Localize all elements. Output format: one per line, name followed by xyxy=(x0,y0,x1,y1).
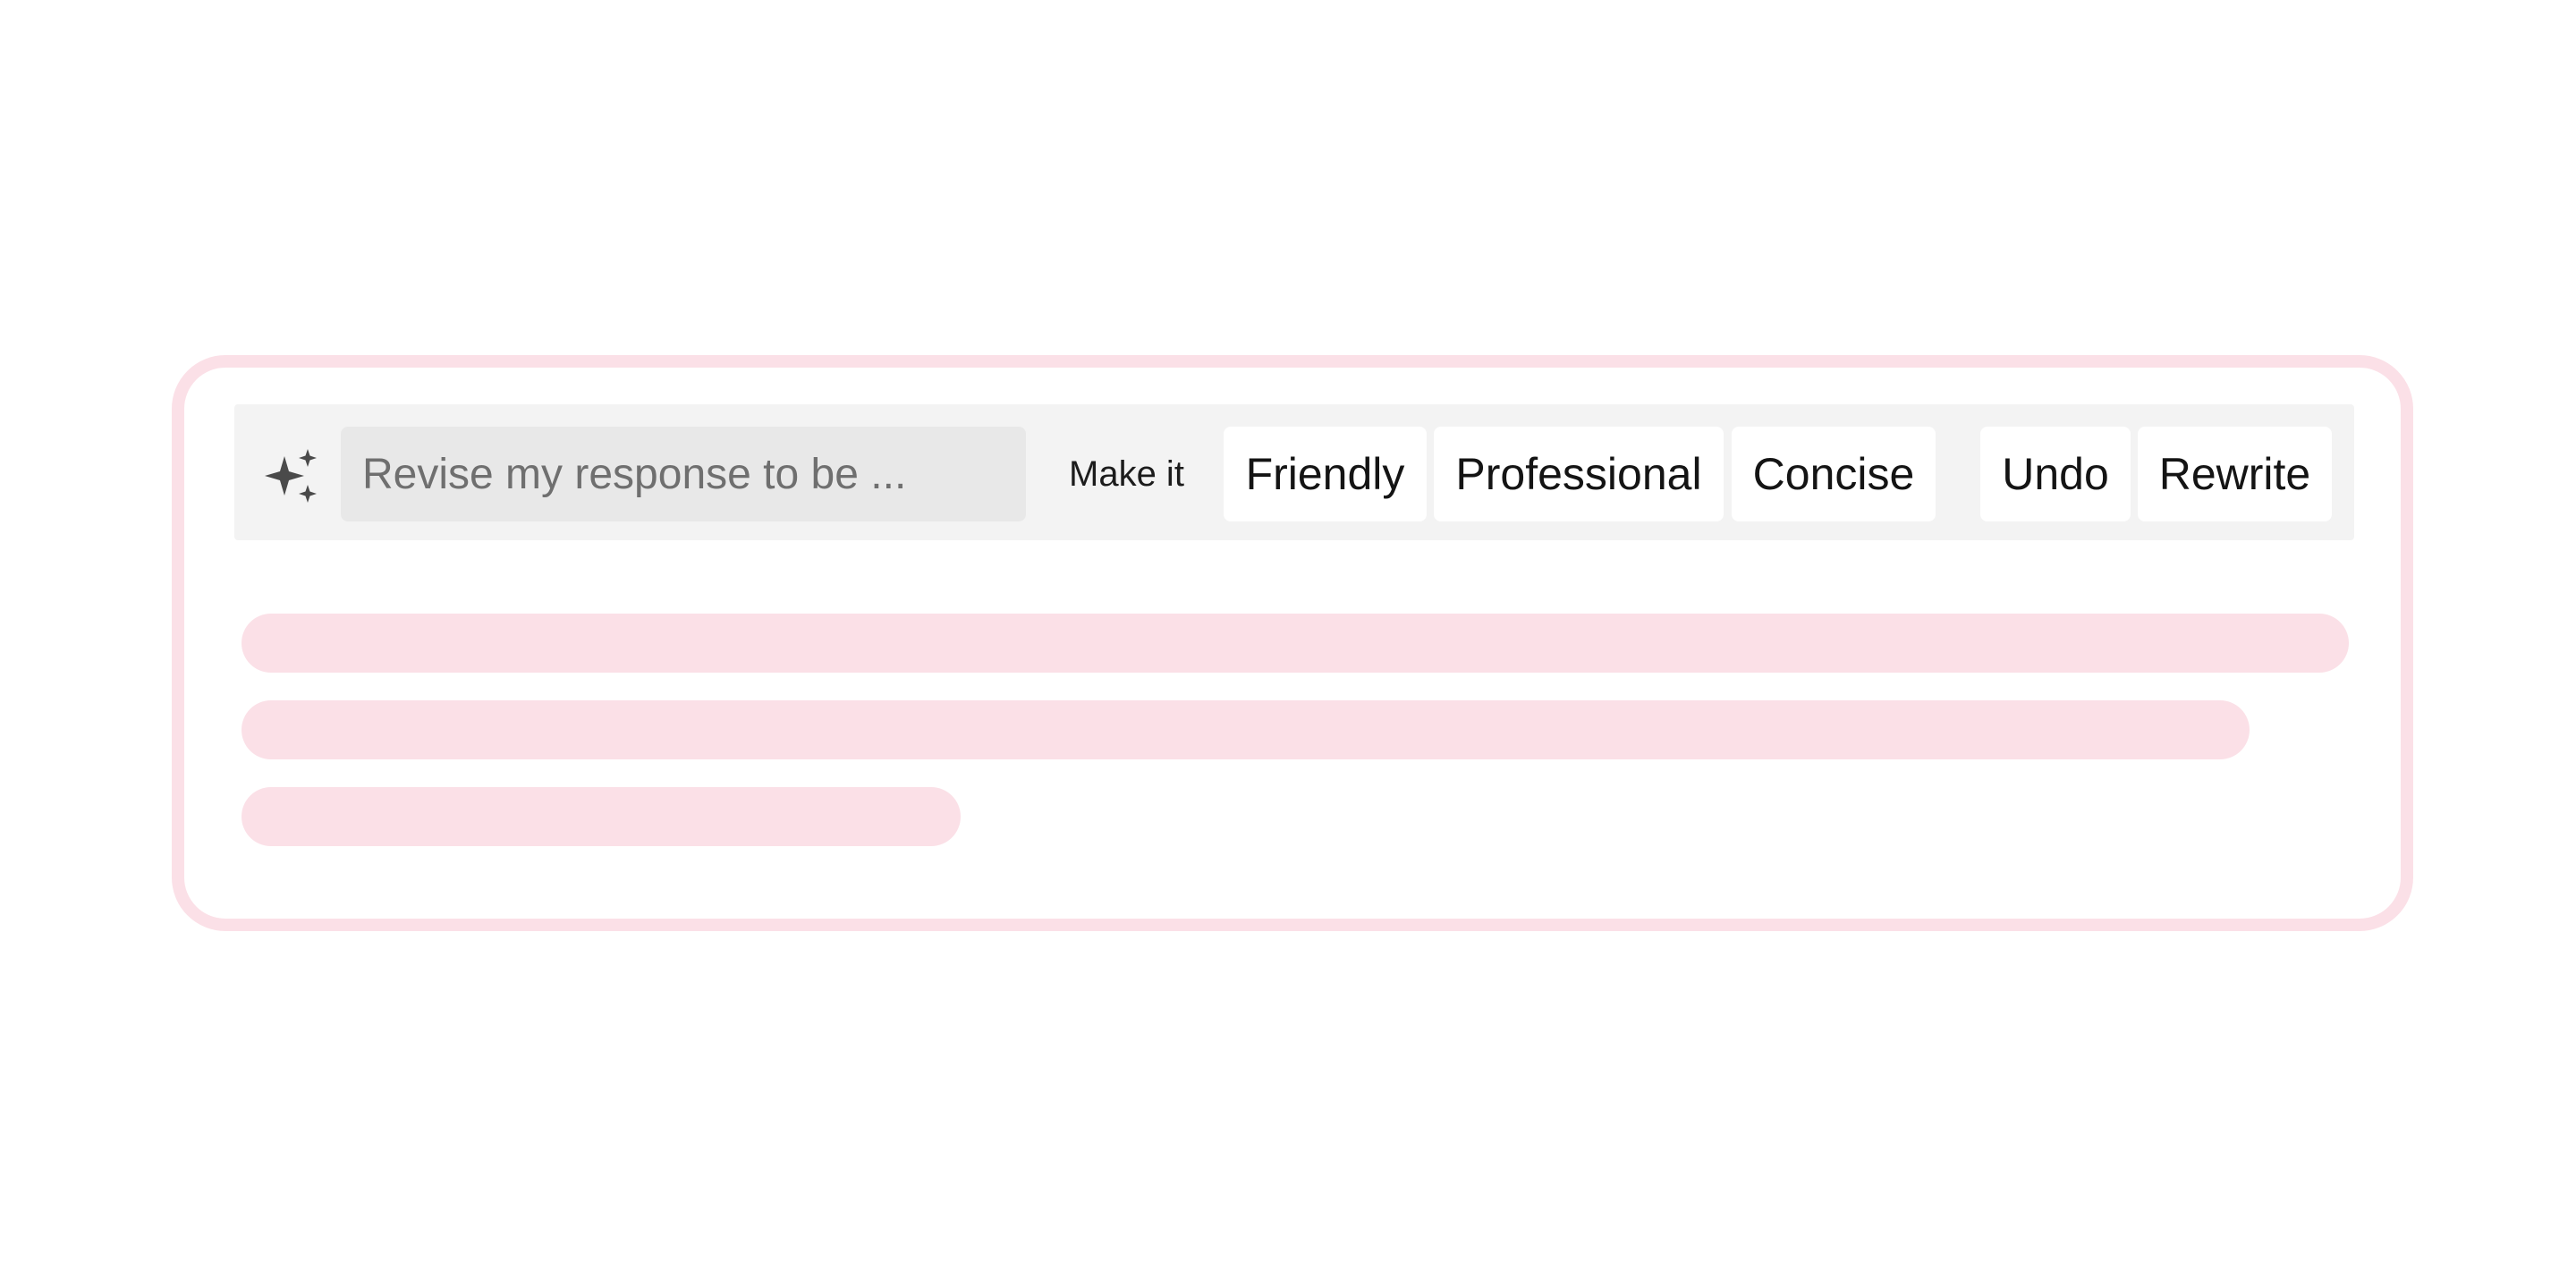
undo-button[interactable]: Undo xyxy=(1980,427,2131,521)
tone-professional-button[interactable]: Professional xyxy=(1434,427,1724,521)
revise-prompt-input[interactable] xyxy=(341,427,1026,521)
tone-concise-button[interactable]: Concise xyxy=(1732,427,1936,521)
placeholder-text-line xyxy=(242,787,961,846)
tone-friendly-button[interactable]: Friendly xyxy=(1224,427,1427,521)
rewrite-button[interactable]: Rewrite xyxy=(2138,427,2332,521)
sparkle-icon xyxy=(265,449,318,503)
placeholder-text-line xyxy=(242,614,2349,673)
make-it-label: Make it xyxy=(1069,454,1184,494)
placeholder-text-line xyxy=(242,700,2250,759)
